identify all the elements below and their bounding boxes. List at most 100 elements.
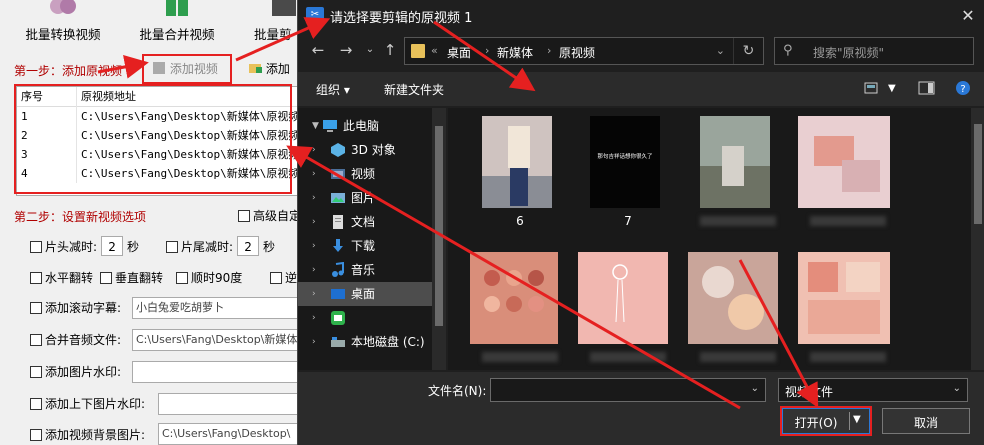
breadcrumb-newmedia[interactable]: 新媒体 bbox=[497, 44, 533, 61]
view-dropdown-icon[interactable]: ▼ bbox=[888, 83, 896, 94]
image-watermark-option[interactable]: 添加图片水印: bbox=[30, 362, 121, 382]
search-box[interactable]: ⚲ 搜索"原视频" bbox=[774, 37, 974, 65]
chevron-right-icon[interactable]: › bbox=[312, 138, 316, 162]
tree-item-downloads[interactable]: › 下载 bbox=[298, 234, 432, 258]
bg-image-option[interactable]: 添加视频背景图片: bbox=[30, 425, 145, 445]
hflip-option[interactable]: 水平翻转 bbox=[30, 268, 93, 288]
head-cut-checkbox[interactable] bbox=[30, 241, 42, 253]
rotate90-checkbox[interactable] bbox=[176, 272, 188, 284]
bg-image-input[interactable]: C:\Users\Fang\Desktop\ bbox=[158, 423, 298, 445]
file-tile[interactable]: 6 bbox=[470, 116, 570, 242]
view-options-icon[interactable] bbox=[864, 80, 882, 96]
image-watermark-input[interactable] bbox=[132, 361, 298, 383]
filename-input[interactable]: ⌄ bbox=[490, 378, 766, 402]
navigation-tree[interactable]: ▼ 此电脑 › 3D 对象 › 视频 › 图片 › 文档 › 下载 › 音乐 › 桌面 › › 本… bbox=[298, 108, 446, 370]
file-tile[interactable] bbox=[470, 252, 570, 370]
refresh-button[interactable]: ↻ bbox=[733, 38, 763, 64]
file-tile[interactable] bbox=[578, 252, 678, 370]
head-cut-option[interactable]: 片头减时: 2 秒 bbox=[30, 236, 139, 256]
tree-item-music[interactable]: › 音乐 bbox=[298, 258, 432, 282]
batch-cut-button[interactable]: 批量剪 bbox=[236, 0, 296, 44]
back-button[interactable]: ← bbox=[308, 40, 328, 60]
tb-watermark-option[interactable]: 添加上下图片水印: bbox=[30, 394, 145, 414]
help-icon[interactable]: ? bbox=[954, 80, 972, 96]
video-list-table[interactable]: 序号 原视频地址 1 C:\Users\Fang\Desktop\新媒体\原视频\ … bbox=[16, 86, 298, 196]
rotate90-option[interactable]: 顺时90度 bbox=[176, 268, 242, 288]
breadcrumb-overflow[interactable]: « bbox=[431, 44, 438, 57]
table-row[interactable]: 3 C:\Users\Fang\Desktop\新媒体\原视频\ bbox=[17, 145, 297, 164]
chevron-down-icon[interactable]: ⌄ bbox=[751, 383, 759, 394]
reverse-option[interactable]: 逆 bbox=[270, 268, 297, 288]
tail-cut-input[interactable]: 2 bbox=[237, 236, 260, 256]
forward-button[interactable]: → bbox=[336, 40, 356, 60]
organize-menu[interactable]: 组织 ▾ bbox=[316, 81, 350, 98]
up-button[interactable]: ↑ bbox=[380, 40, 400, 60]
scrollbar-thumb[interactable] bbox=[974, 124, 982, 224]
table-row[interactable]: 4 C:\Users\Fang\Desktop\新媒体\原视频\ bbox=[17, 164, 297, 183]
tail-cut-checkbox[interactable] bbox=[166, 241, 178, 253]
cancel-button[interactable]: 取消 bbox=[882, 408, 970, 434]
tail-cut-option[interactable]: 片尾减时: 2 秒 bbox=[166, 236, 275, 256]
add-folder-button[interactable]: 添加 bbox=[248, 58, 290, 80]
scroll-subtitle-checkbox[interactable] bbox=[30, 302, 42, 314]
advanced-option[interactable]: 高级自定 bbox=[238, 206, 301, 226]
chevron-right-icon[interactable]: › bbox=[312, 306, 316, 330]
tree-item-local-disk-c[interactable]: › 本地磁盘 (C:) bbox=[298, 330, 432, 354]
chevron-right-icon[interactable]: › bbox=[312, 282, 316, 306]
new-folder-button[interactable]: 新建文件夹 bbox=[384, 81, 444, 98]
breadcrumb-desktop[interactable]: 桌面 bbox=[447, 44, 471, 61]
file-tile[interactable] bbox=[688, 252, 788, 370]
dialog-titlebar[interactable]: ✂ 请选择要剪辑的原视频 1 ✕ bbox=[298, 0, 984, 32]
tree-item-documents[interactable]: › 文档 bbox=[298, 210, 432, 234]
address-bar[interactable]: « 桌面 › 新媒体 › 原视频 ⌄ ↻ bbox=[404, 37, 764, 65]
image-watermark-checkbox[interactable] bbox=[30, 366, 42, 378]
vflip-checkbox[interactable] bbox=[100, 272, 112, 284]
table-row[interactable]: 2 C:\Users\Fang\Desktop\新媒体\原视频\ bbox=[17, 126, 297, 145]
tree-scrollbar[interactable] bbox=[432, 108, 446, 370]
merge-audio-input[interactable]: C:\Users\Fang\Desktop\新媒体 bbox=[132, 329, 298, 351]
chevron-down-icon[interactable]: ⌄ bbox=[716, 44, 725, 57]
tree-item-pictures[interactable]: › 图片 bbox=[298, 186, 432, 210]
merge-audio-checkbox[interactable] bbox=[30, 334, 42, 346]
tb-watermark-input[interactable] bbox=[158, 393, 298, 415]
chevron-right-icon[interactable]: › bbox=[312, 162, 316, 186]
filetype-select[interactable]: 视频文件 ⌄ bbox=[778, 378, 968, 402]
tree-item-desktop[interactable]: › 桌面 bbox=[298, 282, 432, 306]
bg-image-checkbox[interactable] bbox=[30, 429, 42, 441]
head-cut-input[interactable]: 2 bbox=[101, 236, 124, 256]
tree-item-videos[interactable]: › 视频 bbox=[298, 162, 432, 186]
batch-convert-button[interactable]: 批量转换视频 bbox=[8, 0, 118, 44]
open-dropdown-icon[interactable]: ▼ bbox=[853, 414, 861, 425]
file-grid[interactable]: 6 那句吉祥话想你很久了 7 bbox=[448, 108, 984, 370]
file-tile[interactable] bbox=[798, 116, 898, 242]
batch-merge-button[interactable]: 批量合并视频 bbox=[122, 0, 232, 44]
close-button[interactable]: ✕ bbox=[951, 0, 984, 32]
advanced-checkbox[interactable] bbox=[238, 210, 250, 222]
file-tile[interactable] bbox=[688, 116, 788, 242]
file-scrollbar[interactable] bbox=[971, 108, 984, 370]
tree-item-this-pc[interactable]: ▼ 此电脑 bbox=[298, 114, 432, 138]
tree-item-3d-objects[interactable]: › 3D 对象 bbox=[298, 138, 432, 162]
tree-item-app[interactable]: › bbox=[298, 306, 432, 330]
chevron-down-icon[interactable]: ▼ bbox=[312, 114, 319, 138]
chevron-right-icon[interactable]: › bbox=[312, 186, 316, 210]
file-tile[interactable] bbox=[798, 252, 898, 370]
scrollbar-thumb[interactable] bbox=[435, 126, 443, 326]
scroll-subtitle-input[interactable]: 小白兔爱吃胡萝卜 bbox=[132, 297, 298, 319]
chevron-right-icon[interactable]: › bbox=[312, 234, 316, 258]
preview-pane-icon[interactable] bbox=[918, 80, 936, 96]
recent-locations-button[interactable]: ⌄ bbox=[360, 40, 380, 60]
scroll-subtitle-option[interactable]: 添加滚动字幕: bbox=[30, 298, 121, 318]
breadcrumb-source-video[interactable]: 原视频 bbox=[559, 44, 595, 61]
hflip-checkbox[interactable] bbox=[30, 272, 42, 284]
reverse-checkbox[interactable] bbox=[270, 272, 282, 284]
chevron-right-icon[interactable]: › bbox=[312, 258, 316, 282]
add-video-button[interactable]: 添加视频 bbox=[152, 58, 218, 80]
table-row[interactable]: 1 C:\Users\Fang\Desktop\新媒体\原视频\ bbox=[17, 107, 297, 126]
tb-watermark-checkbox[interactable] bbox=[30, 398, 42, 410]
file-tile[interactable]: 那句吉祥话想你很久了 7 bbox=[578, 116, 678, 242]
vflip-option[interactable]: 垂直翻转 bbox=[100, 268, 163, 288]
open-button[interactable]: 打开(O) ▼ bbox=[782, 408, 870, 434]
chevron-right-icon[interactable]: › bbox=[312, 330, 316, 354]
chevron-right-icon[interactable]: › bbox=[312, 210, 316, 234]
